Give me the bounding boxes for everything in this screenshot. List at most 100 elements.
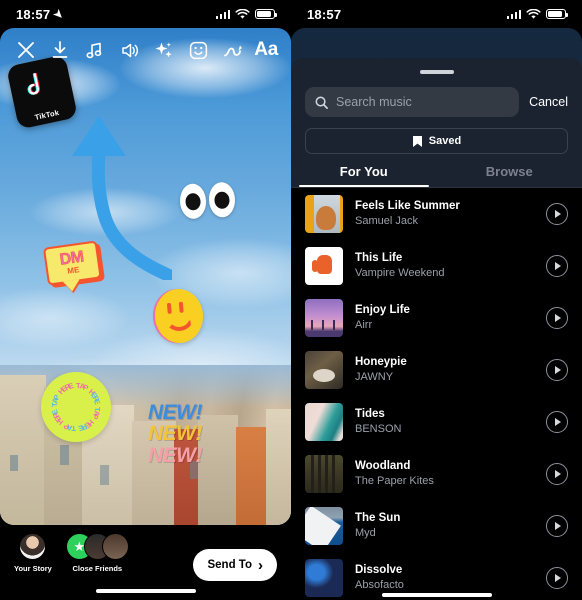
smiley-brow-right (178, 301, 184, 313)
dm-sticker-secondary-text: ME (66, 264, 80, 276)
song-title: Honeypie (355, 355, 407, 368)
send-to-label: Send To (207, 559, 252, 571)
search-row: Search music Cancel (291, 74, 582, 117)
new-text-line-3: NEW! (148, 443, 203, 467)
album-art (305, 247, 343, 285)
play-icon[interactable] (546, 359, 568, 381)
song-title: Feels Like Summer (355, 199, 460, 212)
song-row[interactable]: The Sun Myd (291, 500, 582, 552)
tab-for-you[interactable]: For You (291, 164, 437, 187)
play-icon[interactable] (546, 463, 568, 485)
play-icon[interactable] (546, 411, 568, 433)
song-row[interactable]: This Life Vampire Weekend (291, 240, 582, 292)
music-note-icon[interactable] (82, 37, 108, 63)
album-art (305, 559, 343, 597)
new-text-line-2: NEW! (148, 422, 203, 446)
play-icon[interactable] (546, 255, 568, 277)
tab-browse[interactable]: Browse (437, 164, 582, 187)
new-text-sticker-group[interactable]: NEW! NEW! NEW! (148, 401, 203, 467)
your-story-label: Your Story (14, 564, 52, 573)
album-art (305, 455, 343, 493)
tiktok-note-icon (27, 72, 40, 95)
album-art (305, 299, 343, 337)
song-row[interactable]: Enjoy Life Airr (291, 292, 582, 344)
song-text: Feels Like Summer Samuel Jack (355, 199, 534, 229)
song-row[interactable]: Tides BENSON (291, 396, 582, 448)
tap-here-sticker[interactable]: TAP HERE TAP HERE TAP HERE TAP HERE (41, 372, 111, 442)
saved-label: Saved (428, 135, 462, 147)
song-row[interactable]: Honeypie JAWNY (291, 344, 582, 396)
album-art (305, 403, 343, 441)
eyes-sticker[interactable] (179, 181, 236, 220)
song-text: Woodland The Paper Kites (355, 459, 534, 489)
tap-here-ring-text: TAP HERE TAP HERE TAP HERE TAP HERE (49, 380, 103, 434)
avatar (101, 533, 129, 560)
left-phone-story-editor: 18:57 ➤ Aa TikTok DM ME T A P H E R E T … (0, 0, 291, 600)
download-icon[interactable] (47, 37, 73, 63)
play-icon[interactable] (546, 307, 568, 329)
avatar (19, 533, 47, 560)
song-artist: BENSON (355, 423, 402, 436)
song-text: Dissolve Absofacto (355, 563, 534, 593)
saved-button[interactable]: Saved (305, 128, 568, 154)
song-title: Enjoy Life (355, 303, 410, 316)
close-friends-option[interactable]: ★ Close Friends (65, 533, 129, 573)
song-row[interactable]: Woodland The Paper Kites (291, 448, 582, 500)
audience-selector: Your Story ★ Close Friends (14, 533, 129, 573)
sticker-icon[interactable] (185, 37, 211, 63)
song-artist: The Paper Kites (355, 475, 434, 488)
eye-left (179, 183, 207, 220)
status-bar-right: 18:57 (291, 0, 582, 28)
song-text: Tides BENSON (355, 407, 534, 437)
smiley-brow-left (166, 302, 172, 314)
status-bar-indicators (506, 8, 568, 20)
close-friends-avatars: ★ (65, 533, 129, 560)
right-phone-music-picker: 18:57 Search music Cancel Saved For You … (291, 0, 582, 600)
song-title: Woodland (355, 459, 411, 472)
song-text: The Sun Myd (355, 511, 534, 541)
song-row[interactable]: Feels Like Summer Samuel Jack (291, 188, 582, 240)
song-text: Honeypie JAWNY (355, 355, 534, 385)
home-indicator-left (95, 589, 196, 593)
send-to-button[interactable]: Send To › (193, 549, 277, 581)
song-title: Dissolve (355, 563, 403, 576)
search-input[interactable]: Search music (305, 87, 520, 117)
play-icon[interactable] (546, 203, 568, 225)
story-canvas[interactable]: Aa TikTok DM ME T A P H E R E T A P H E … (0, 28, 291, 525)
cancel-button[interactable]: Cancel (529, 95, 568, 109)
smiley-mouth (163, 311, 196, 333)
your-story-option[interactable]: Your Story (14, 533, 52, 573)
cellular-signal-icon (506, 9, 521, 19)
song-artist: Samuel Jack (355, 215, 418, 228)
song-list[interactable]: Feels Like Summer Samuel Jack This Life Vam… (291, 188, 582, 600)
wifi-icon (526, 8, 541, 19)
song-artist: Myd (355, 527, 376, 540)
album-art (305, 351, 343, 389)
location-arrow-icon: ➤ (51, 6, 67, 22)
song-artist: Absofacto (355, 579, 404, 592)
chevron-right-icon: › (258, 556, 263, 574)
play-icon[interactable] (546, 567, 568, 589)
draw-icon[interactable] (220, 37, 246, 63)
sparkles-icon[interactable] (151, 37, 177, 63)
album-art (305, 507, 343, 545)
home-indicator-right (381, 593, 492, 597)
tab-bar: For You Browse (291, 164, 582, 187)
song-text: Enjoy Life Airr (355, 303, 534, 333)
dual-phone-screenshot: 18:57 ➤ Aa TikTok DM ME T A P H E R E T … (0, 0, 582, 600)
song-artist: JAWNY (355, 371, 394, 384)
eye-right (208, 181, 236, 218)
text-icon[interactable]: Aa (254, 39, 278, 61)
play-icon[interactable] (546, 515, 568, 537)
status-bar-left: 18:57 ➤ (0, 0, 291, 28)
dm-me-sticker[interactable]: DM ME (42, 240, 103, 295)
status-bar-time-group: 18:57 (307, 7, 341, 22)
song-artist: Vampire Weekend (355, 267, 445, 280)
search-placeholder: Search music (336, 95, 412, 109)
close-friends-label: Close Friends (72, 564, 123, 573)
close-icon[interactable] (13, 37, 39, 63)
new-text-line-1: NEW! (148, 401, 203, 424)
music-picker-sheet: Search music Cancel Saved For You Browse… (291, 58, 582, 600)
song-text: This Life Vampire Weekend (355, 251, 534, 281)
volume-icon[interactable] (116, 37, 142, 63)
